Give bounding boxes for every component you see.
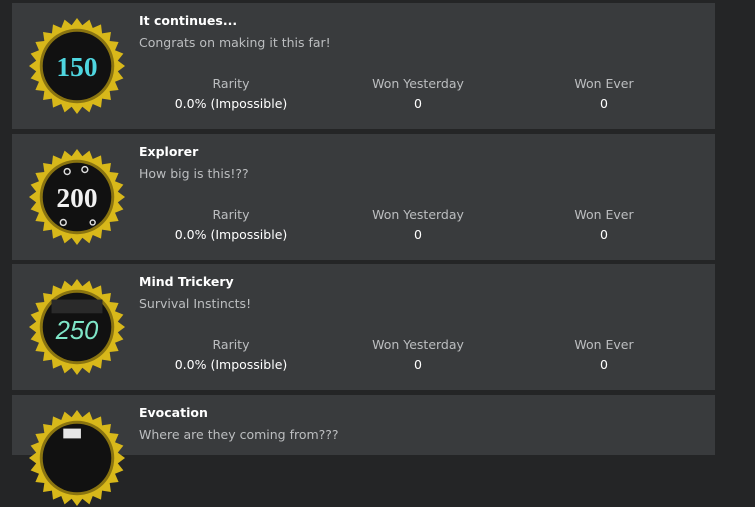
won-ever-stat: Won Ever 0 [514, 337, 694, 372]
badge-description: Congrats on making it this far! [139, 35, 331, 50]
won-yesterday-label: Won Yesterday [372, 207, 464, 222]
badge-150-icon[interactable]: 150 [28, 17, 126, 115]
won-yesterday-stat: Won Yesterday 0 [328, 207, 508, 242]
won-ever-label: Won Ever [574, 76, 634, 91]
badge-200-icon[interactable]: 200 [28, 148, 126, 246]
rarity-value: 0.0% (Impossible) [174, 96, 288, 111]
rarity-label: Rarity [212, 76, 250, 91]
badge-card[interactable]: Evocation Where are they coming from??? [12, 395, 715, 507]
badge-card[interactable]: 250 Mind Trickery Survival Instincts! Ra… [12, 264, 715, 390]
badge-250-icon[interactable]: 250 [28, 278, 126, 376]
badge-card[interactable]: 200 Explorer How big is this!?? Rarity 0… [12, 134, 715, 260]
won-ever-label: Won Ever [574, 337, 634, 352]
won-yesterday-label: Won Yesterday [372, 76, 464, 91]
badge-title[interactable]: Mind Trickery [139, 274, 234, 289]
won-yesterday-label: Won Yesterday [372, 337, 464, 352]
badge-number: 150 [56, 52, 97, 82]
rarity-stat: Rarity 0.0% (Impossible) [141, 207, 321, 242]
won-ever-stat: Won Ever 0 [514, 207, 694, 242]
won-ever-value: 0 [600, 227, 608, 242]
badge-title[interactable]: Explorer [139, 144, 198, 159]
won-yesterday-stat: Won Yesterday 0 [328, 337, 508, 372]
won-ever-stat: Won Ever 0 [514, 76, 694, 111]
rarity-label: Rarity [212, 207, 250, 222]
badge-title[interactable]: It continues... [139, 13, 237, 28]
rarity-value: 0.0% (Impossible) [174, 227, 288, 242]
rarity-value: 0.0% (Impossible) [174, 357, 288, 372]
badge-description: Where are they coming from??? [139, 427, 339, 442]
won-yesterday-value: 0 [414, 227, 422, 242]
badge-evocation-icon[interactable] [28, 409, 126, 507]
rarity-stat: Rarity 0.0% (Impossible) [141, 76, 321, 111]
badge-number: 200 [56, 183, 97, 213]
badge-card[interactable]: 150 It continues... Congrats on making i… [12, 3, 715, 129]
won-yesterday-stat: Won Yesterday 0 [328, 76, 508, 111]
won-yesterday-value: 0 [414, 357, 422, 372]
won-yesterday-value: 0 [414, 96, 422, 111]
badge-description: Survival Instincts! [139, 296, 252, 311]
rarity-stat: Rarity 0.0% (Impossible) [141, 337, 321, 372]
badge-number: 250 [55, 317, 99, 345]
won-ever-label: Won Ever [574, 207, 634, 222]
badge-description: How big is this!?? [139, 166, 249, 181]
rarity-label: Rarity [212, 337, 250, 352]
badge-title[interactable]: Evocation [139, 405, 208, 420]
won-ever-value: 0 [600, 96, 608, 111]
won-ever-value: 0 [600, 357, 608, 372]
